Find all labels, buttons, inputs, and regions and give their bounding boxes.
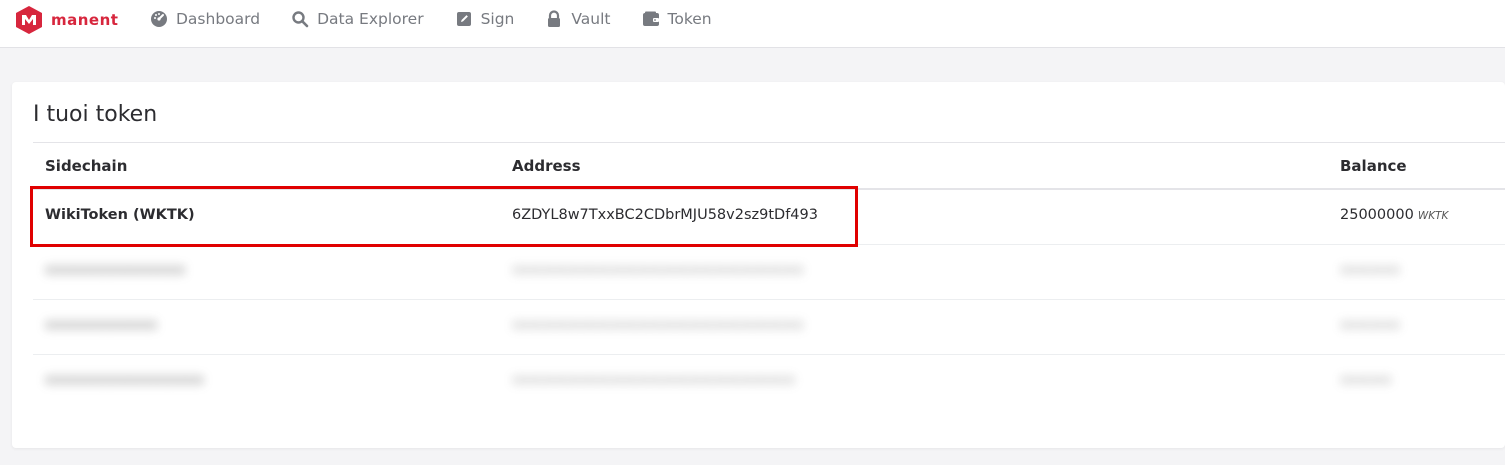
sidechain-cell: xxxxxxxxxxxxxxx	[45, 262, 186, 278]
edit-icon	[455, 10, 473, 28]
balance-value: 25000000	[1340, 207, 1414, 223]
nav-vault-label: Vault	[571, 10, 611, 28]
nav-sign[interactable]: Sign	[455, 9, 515, 29]
table-row[interactable]: xxxxxxxxxxxxxxxxx xxxxxxxxxxxxxxxxxxxxxx…	[33, 355, 1505, 410]
search-icon	[291, 10, 309, 28]
tokens-card: I tuoi token Sidechain Address Balance W…	[12, 82, 1505, 448]
wallet-icon	[642, 10, 660, 28]
sidechain-cell: xxxxxxxxxxxx	[45, 317, 158, 333]
manent-logo-icon	[16, 6, 42, 34]
card-title: I tuoi token	[33, 102, 158, 127]
brand-name: manent	[51, 11, 119, 29]
top-navbar: manent Dashboard Data Explorer Sign Vaul…	[0, 0, 1505, 48]
address-cell: xxxxxxxxxxxxxxxxxxxxxxxxxxxxxxxxxx	[512, 262, 804, 278]
tokens-table: Sidechain Address Balance WikiToken (WKT…	[33, 142, 1505, 410]
dashboard-gauge-icon	[150, 10, 168, 28]
nav-sign-label: Sign	[480, 10, 515, 28]
lock-icon	[545, 10, 563, 28]
brand-logo[interactable]: manent	[14, 5, 118, 35]
column-header-address[interactable]: Address	[512, 157, 581, 175]
column-header-sidechain[interactable]: Sidechain	[45, 157, 127, 175]
main-nav: Dashboard Data Explorer Sign Vault Token	[150, 9, 743, 29]
nav-data-explorer[interactable]: Data Explorer	[291, 9, 424, 29]
address-cell: 6ZDYL8w7TxxBC2CDbrMJU58v2sz9tDf493	[512, 207, 818, 223]
balance-cell: xxxxxx	[1340, 372, 1392, 388]
balance-cell: xxxxxxx	[1340, 317, 1401, 333]
sidechain-cell: WikiToken (WKTK)	[45, 207, 195, 223]
nav-dashboard-label: Dashboard	[176, 10, 261, 28]
column-header-balance[interactable]: Balance	[1340, 157, 1407, 175]
balance-unit: WKTK	[1417, 210, 1449, 222]
nav-data-explorer-label: Data Explorer	[317, 10, 424, 28]
sidechain-cell: xxxxxxxxxxxxxxxxx	[45, 372, 204, 388]
address-cell: xxxxxxxxxxxxxxxxxxxxxxxxxxxxxxxxxx	[512, 317, 804, 333]
balance-cell: 25000000 WKTK	[1340, 207, 1448, 223]
table-header: Sidechain Address Balance	[33, 142, 1505, 190]
nav-token-label: Token	[667, 10, 712, 28]
address-cell: xxxxxxxxxxxxxxxxxxxxxxxxxxxxxxxxx	[512, 372, 796, 388]
table-row[interactable]: xxxxxxxxxxxx xxxxxxxxxxxxxxxxxxxxxxxxxxx…	[33, 300, 1505, 355]
nav-vault[interactable]: Vault	[545, 9, 611, 29]
nav-dashboard[interactable]: Dashboard	[150, 9, 260, 29]
balance-cell: xxxxxxx	[1340, 262, 1401, 278]
table-row[interactable]: WikiToken (WKTK) 6ZDYL8w7TxxBC2CDbrMJU58…	[33, 190, 1505, 245]
nav-token[interactable]: Token	[642, 9, 712, 29]
table-row[interactable]: xxxxxxxxxxxxxxx xxxxxxxxxxxxxxxxxxxxxxxx…	[33, 245, 1505, 300]
